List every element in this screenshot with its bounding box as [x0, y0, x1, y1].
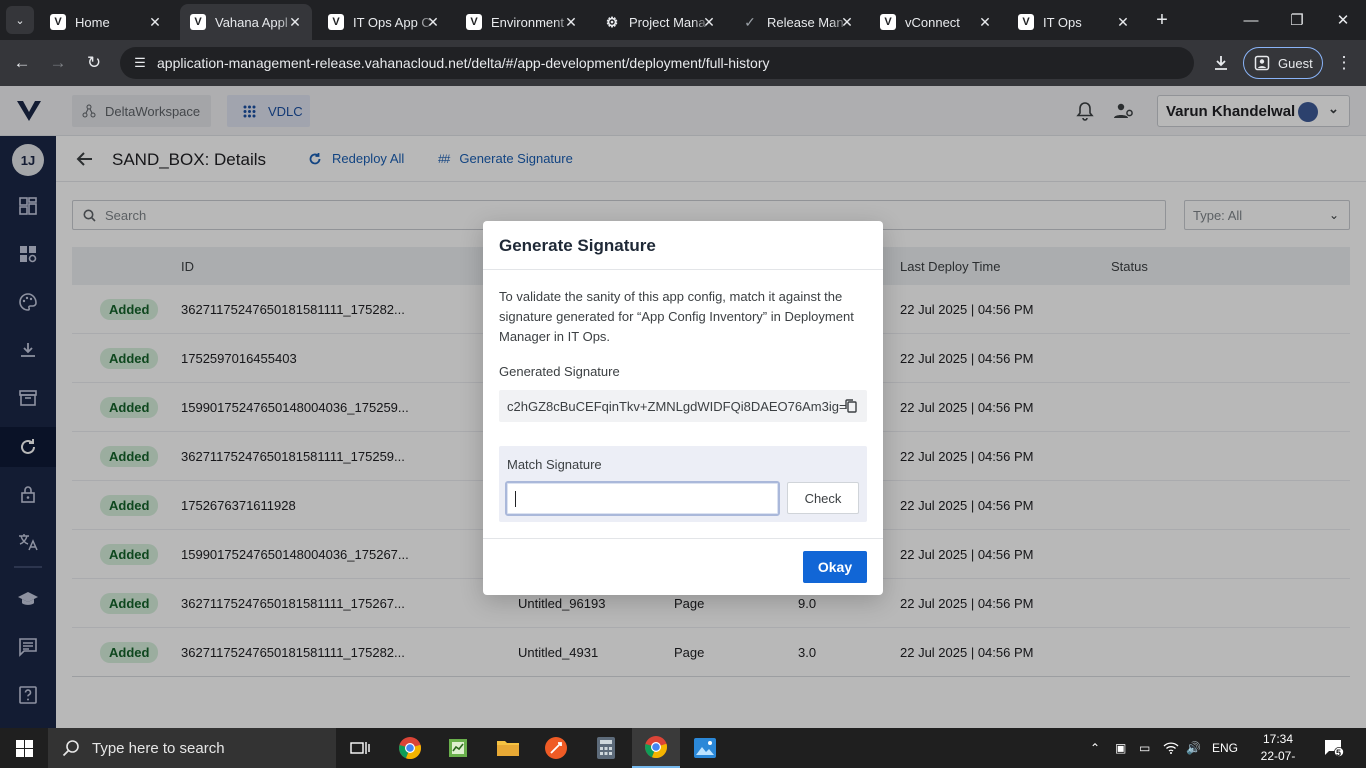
input-language[interactable]: ENG [1212, 728, 1238, 768]
generated-signature-label: Generated Signature [499, 364, 620, 379]
generate-signature-dialog: Generate Signature To validate the sanit… [483, 221, 883, 595]
windows-start-icon[interactable] [0, 728, 48, 768]
tab-close-icon[interactable]: ✕ [838, 13, 856, 31]
browser-tab-project-management[interactable]: ⚙ Project Mana ✕ [594, 4, 726, 40]
tab-close-icon[interactable]: ✕ [562, 13, 580, 31]
okay-button[interactable]: Okay [803, 551, 867, 583]
dialog-description: To validate the sanity of this app confi… [499, 289, 854, 344]
browser-tab-vconnect[interactable]: V vConnect ✕ [870, 4, 1002, 40]
chrome-taskbar-icon[interactable] [386, 728, 434, 768]
vahana-favicon-icon: V [466, 14, 482, 30]
meet-now-icon[interactable]: ▣ [1115, 728, 1126, 768]
vahana-favicon-icon: V [190, 14, 206, 30]
generated-signature-field: c2hGZ8cBuCEFqinTkv+ZMNLgdWIDFQi8DAEO76Am… [499, 390, 867, 422]
generated-signature-value: c2hGZ8cBuCEFqinTkv+ZMNLgdWIDFQi8DAEO76Am… [507, 398, 847, 414]
vahana-favicon-icon: V [880, 14, 896, 30]
tab-close-icon[interactable]: ✕ [700, 13, 718, 31]
battery-plugged-icon[interactable]: ▭ [1139, 728, 1150, 768]
address-bar[interactable]: ☰ application-management-release.vahanac… [120, 47, 1194, 79]
browser-tab-environment[interactable]: V Environment ✕ [456, 4, 588, 40]
clock-time: 17:34 [1262, 732, 1294, 746]
site-settings-icon[interactable]: ☰ [126, 55, 154, 71]
profile-label: Guest [1278, 55, 1313, 71]
wifi-icon[interactable] [1163, 728, 1179, 768]
notification-count: 5 [1336, 748, 1342, 758]
profile-guest-button[interactable]: Guest [1243, 47, 1323, 79]
guest-profile-icon [1254, 55, 1270, 71]
browser-tab-release-management[interactable]: ✓ Release Man ✕ [732, 4, 864, 40]
taskbar-search-placeholder: Type here to search [92, 739, 225, 757]
volume-icon[interactable]: 🔊 [1186, 728, 1201, 768]
dialog-footer: Okay [483, 538, 883, 595]
spreadsheet-app-icon[interactable] [434, 728, 482, 768]
taskbar-search-box[interactable]: Type here to search [48, 728, 336, 768]
windows-taskbar: Type here to search ⌃ ▣ ▭ 🔊 ENG 17:34 22… [0, 728, 1366, 768]
match-signature-section: Match Signature Check [499, 446, 867, 522]
match-signature-input[interactable] [505, 481, 780, 516]
check-button[interactable]: Check [787, 482, 859, 514]
tab-close-icon[interactable]: ✕ [976, 13, 994, 31]
restore-icon[interactable]: ❐ [1274, 0, 1320, 40]
reload-icon[interactable]: ↻ [80, 49, 108, 77]
forward-arrow-icon[interactable]: → [44, 49, 72, 77]
search-icon [62, 740, 79, 757]
match-signature-label: Match Signature [507, 457, 602, 472]
url-text: application-management-release.vahanaclo… [157, 55, 770, 71]
text-caret [515, 491, 516, 507]
show-hidden-icons-chevron-up-icon[interactable]: ⌃ [1090, 728, 1100, 768]
browser-toolbar: ← → ↻ ☰ application-management-release.v… [0, 40, 1366, 86]
browser-tab-it-ops[interactable]: V IT Ops ✕ [1008, 4, 1140, 40]
window-close-icon[interactable]: ✕ [1320, 0, 1366, 40]
gear-icon: ⚙ [605, 13, 619, 30]
action-center-icon[interactable]: 5 [1324, 728, 1344, 768]
browser-tab-home[interactable]: V Home ✕ [40, 4, 172, 40]
vahana-favicon-icon: V [50, 14, 66, 30]
chrome-active-taskbar-icon[interactable] [632, 728, 680, 768]
system-clock[interactable]: 17:34 22-07-2025 [1248, 731, 1308, 768]
tab-search-chevron-icon[interactable]: ⌄ [6, 6, 34, 34]
browser-menu-icon[interactable]: ⋮ [1330, 49, 1358, 77]
calculator-app-icon[interactable] [582, 728, 630, 768]
file-explorer-icon[interactable] [484, 728, 532, 768]
tab-close-icon[interactable]: ✕ [286, 13, 304, 31]
browser-tabstrip: ⌄ V Home ✕ V Vahana Appl ✕ V IT Ops App … [0, 0, 1366, 40]
back-arrow-icon[interactable]: ← [8, 49, 36, 77]
tab-close-icon[interactable]: ✕ [146, 13, 164, 31]
tab-close-icon[interactable]: ✕ [424, 13, 442, 31]
dialog-title: Generate Signature [483, 221, 883, 270]
vahana-favicon-icon: V [328, 14, 344, 30]
photos-app-icon[interactable] [681, 728, 729, 768]
task-view-icon[interactable] [336, 728, 384, 768]
minimize-icon[interactable]: — [1228, 0, 1274, 40]
new-tab-plus-icon[interactable]: + [1150, 8, 1174, 32]
browser-tab-vahana-app[interactable]: V Vahana Appl ✕ [180, 4, 312, 40]
browser-tab-it-ops-app[interactable]: V IT Ops App C ✕ [318, 4, 450, 40]
clock-date: 22-07-2025 [1260, 749, 1296, 768]
postman-app-icon[interactable] [532, 728, 580, 768]
tab-close-icon[interactable]: ✕ [1114, 13, 1132, 31]
vahana-favicon-icon: V [1018, 14, 1034, 30]
release-favicon-icon: ✓ [744, 13, 756, 30]
downloads-icon[interactable] [1207, 49, 1235, 77]
copy-icon[interactable] [843, 398, 859, 414]
